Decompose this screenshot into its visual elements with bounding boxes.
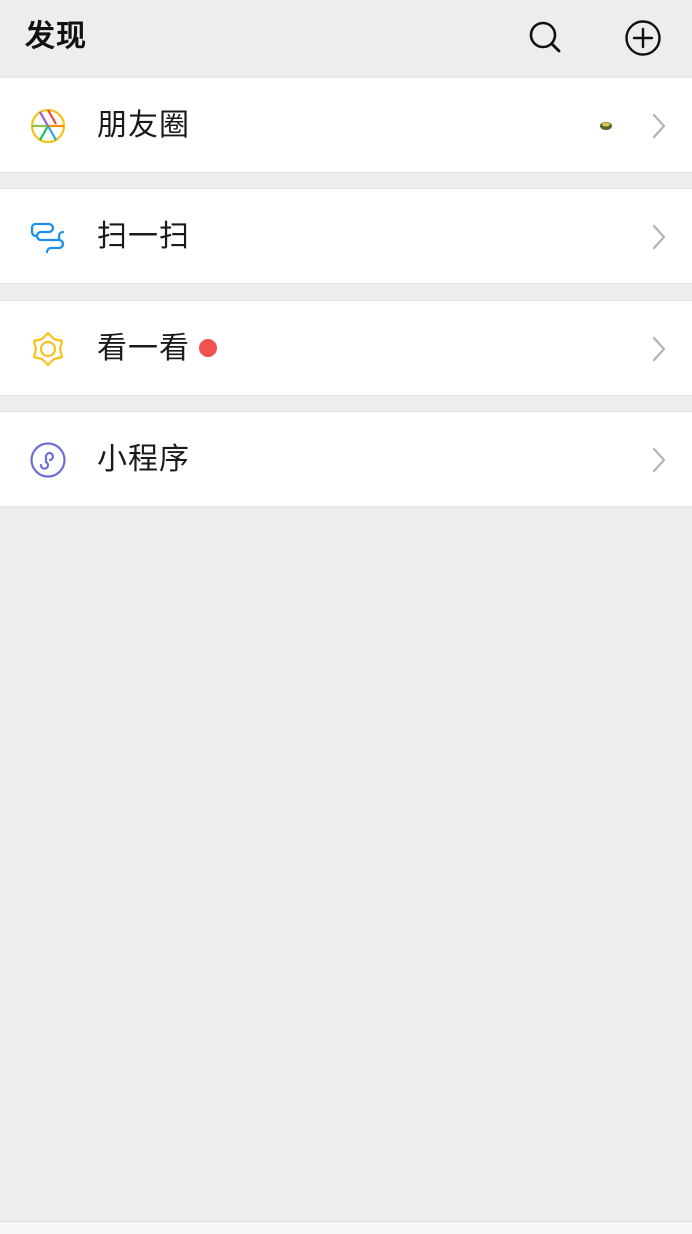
menu-item-label: 看一看 [97,331,190,366]
menu-item-moments[interactable]: 朋友圈 [0,77,692,173]
menu-item-mini-programs[interactable]: 小程序 [0,411,692,507]
add-button[interactable] [619,14,667,62]
menu-item-label: 朋友圈 [97,108,190,143]
moments-thumbnail-icon [600,122,612,130]
top-stories-icon [32,331,64,367]
tab-bar [0,1221,692,1234]
chevron-right-icon [652,336,666,362]
menu-item-scan[interactable]: 扫一扫 [0,188,692,284]
unread-red-dot [199,339,217,357]
top-bar: 发现 [0,0,692,76]
mini-program-icon [30,442,66,478]
menu-item-top-stories[interactable]: 看一看 [0,300,692,396]
chevron-right-icon [652,224,666,250]
search-button[interactable] [522,14,570,62]
menu-item-label: 小程序 [97,442,190,477]
menu-item-label: 扫一扫 [97,219,190,254]
moments-aperture-icon [30,108,66,144]
page-title: 发现 [25,19,87,54]
search-icon [529,21,561,53]
chevron-right-icon [652,447,666,473]
scan-icon [30,222,65,254]
plus-circle-icon [625,20,661,56]
chevron-right-icon [652,113,666,139]
